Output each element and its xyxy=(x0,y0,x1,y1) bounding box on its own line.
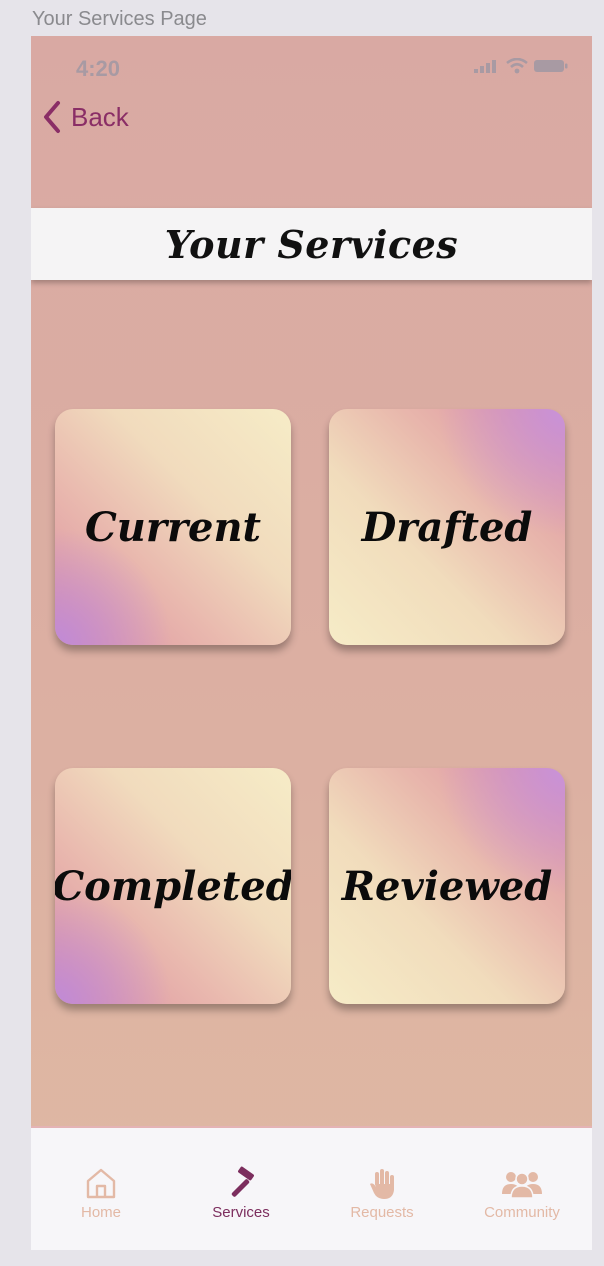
title-bar: Your Services xyxy=(31,208,592,280)
signal-icon xyxy=(474,60,496,73)
card-label-drafted: Drafted xyxy=(361,503,533,551)
drafted-services-card[interactable]: Drafted xyxy=(329,409,565,645)
hammer-icon xyxy=(231,1166,254,1197)
back-button[interactable]: Back xyxy=(41,100,129,134)
reviewed-services-card[interactable]: Reviewed xyxy=(329,768,565,1004)
card-label-current: Current xyxy=(84,503,262,551)
tab-label-services: Services xyxy=(212,1204,270,1221)
card-label-completed: Completed xyxy=(55,862,291,910)
card-label-reviewed: Reviewed xyxy=(341,862,553,910)
chevron-left-icon xyxy=(44,101,60,133)
current-services-card[interactable]: Current xyxy=(55,409,291,645)
status-time: 4:20 xyxy=(76,56,121,81)
tab-community[interactable]: Community xyxy=(452,1128,592,1250)
battery-icon xyxy=(534,60,568,72)
page-title: Your Services xyxy=(164,221,459,267)
back-label: Back xyxy=(71,101,129,132)
status-bar: 4:20 xyxy=(31,36,592,100)
completed-services-card[interactable]: Completed xyxy=(55,768,291,1004)
tab-label-requests: Requests xyxy=(350,1204,414,1221)
tab-home[interactable]: Home xyxy=(31,1128,171,1250)
tab-label-community: Community xyxy=(484,1204,560,1221)
community-icon xyxy=(502,1172,542,1199)
tab-label-home: Home xyxy=(80,1204,121,1221)
tab-requests[interactable]: Requests xyxy=(312,1128,452,1250)
status-icons xyxy=(474,58,568,74)
hand-icon xyxy=(370,1169,394,1199)
frame-label: Your Services Page xyxy=(32,8,207,30)
tab-services[interactable]: Services xyxy=(171,1128,311,1250)
wifi-icon xyxy=(506,58,528,74)
phone-screen: 4:20 Back Your Services Current Drafted … xyxy=(31,36,592,1250)
home-icon xyxy=(86,1168,116,1199)
bottom-tab-bar: Home Services Requests Community xyxy=(31,1126,592,1250)
